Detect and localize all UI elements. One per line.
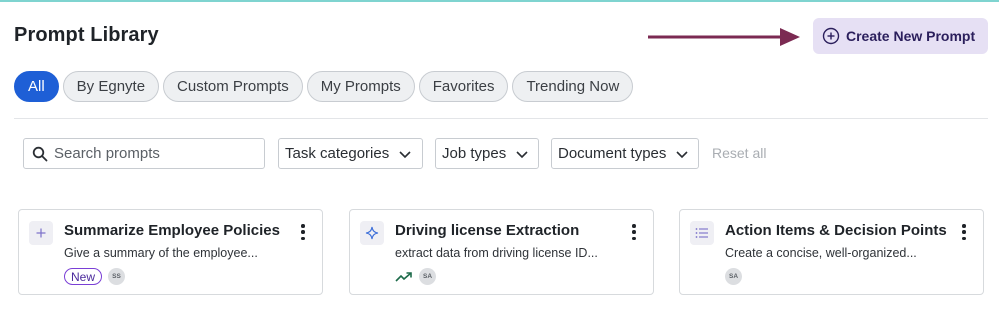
sparkle-icon [360, 221, 384, 245]
avatar: SA [419, 268, 436, 285]
prompt-card[interactable]: Action Items & Decision Points Create a … [679, 209, 984, 295]
prompt-title: Driving license Extraction [395, 222, 580, 239]
plus-icon [29, 221, 53, 245]
avatar: SA [725, 268, 742, 285]
search-icon [32, 146, 48, 162]
list-icon [690, 221, 714, 245]
divider [14, 118, 988, 119]
page-title: Prompt Library [14, 24, 159, 46]
search-box[interactable] [23, 138, 265, 169]
pointer-arrow-icon [648, 28, 800, 46]
filter-tabs: All By Egnyte Custom Prompts My Prompts … [14, 71, 634, 102]
prompt-card[interactable]: Summarize Employee Policies Give a summa… [18, 209, 323, 295]
prompt-title: Summarize Employee Policies [64, 222, 280, 239]
task-categories-label: Task categories [285, 145, 390, 162]
create-new-prompt-label: Create New Prompt [846, 28, 976, 44]
tab-my-prompts[interactable]: My Prompts [306, 71, 415, 102]
reset-all-button[interactable]: Reset all [712, 145, 766, 161]
tab-all[interactable]: All [14, 71, 59, 102]
tab-favorites[interactable]: Favorites [418, 71, 509, 102]
more-options-icon[interactable] [631, 224, 637, 240]
trending-up-icon [395, 270, 413, 284]
more-options-icon[interactable] [300, 224, 306, 240]
prompt-meta: SA [725, 268, 742, 285]
top-accent-line [0, 0, 999, 2]
create-new-prompt-button[interactable]: Create New Prompt [813, 18, 988, 54]
document-types-label: Document types [558, 145, 667, 162]
tab-trending-now[interactable]: Trending Now [512, 71, 634, 102]
prompt-description: Give a summary of the employee... [64, 246, 258, 260]
chevron-down-icon [674, 146, 690, 162]
avatar: SS [108, 268, 126, 285]
prompt-meta: New SS [64, 268, 126, 285]
plus-circle-icon [822, 27, 840, 45]
search-input[interactable] [54, 145, 254, 162]
prompt-meta: SA [395, 268, 436, 285]
tab-by-egnyte[interactable]: By Egnyte [62, 71, 160, 102]
task-categories-dropdown[interactable]: Task categories [278, 138, 423, 169]
new-badge: New [64, 268, 103, 285]
prompt-description: Create a concise, well-organized... [725, 246, 917, 260]
tab-custom-prompts[interactable]: Custom Prompts [163, 71, 303, 102]
more-options-icon[interactable] [961, 224, 967, 240]
chevron-down-icon [397, 146, 413, 162]
document-types-dropdown[interactable]: Document types [551, 138, 699, 169]
prompt-title: Action Items & Decision Points [725, 222, 947, 239]
prompt-card[interactable]: Driving license Extraction extract data … [349, 209, 654, 295]
prompt-description: extract data from driving license ID... [395, 246, 598, 260]
job-types-dropdown[interactable]: Job types [435, 138, 539, 169]
job-types-label: Job types [442, 145, 507, 162]
chevron-down-icon [514, 146, 530, 162]
